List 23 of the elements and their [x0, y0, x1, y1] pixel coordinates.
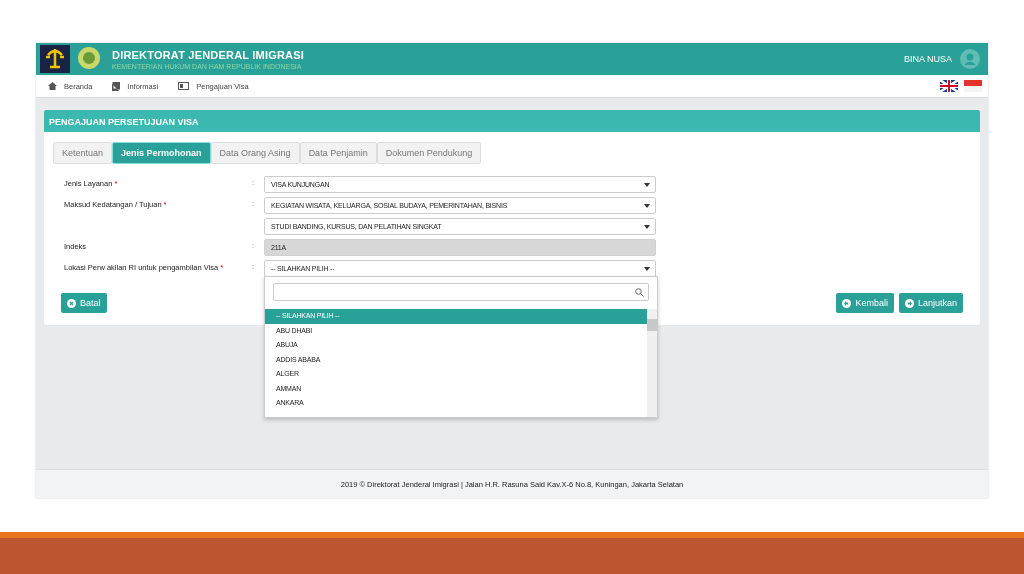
caret-icon	[644, 183, 650, 187]
caret-icon	[644, 204, 650, 208]
emblem-icon	[40, 45, 70, 73]
tab[interactable]: Ketentuan	[53, 142, 113, 164]
caret-icon	[644, 225, 650, 229]
header-title: DIREKTORAT JENDERAL IMIGRASI	[112, 48, 305, 61]
tab[interactable]: Dokumen Pendukung	[376, 142, 482, 164]
left-arrow-icon	[842, 298, 852, 308]
uk-flag-icon[interactable]	[940, 80, 958, 92]
tab[interactable]: Data Orang Asing	[210, 142, 300, 164]
close-icon	[67, 298, 76, 308]
home-icon	[48, 82, 57, 90]
user-avatar-icon[interactable]	[960, 49, 980, 69]
panel-title: PENGAJUAN PERSETUJUAN VISA	[44, 110, 980, 132]
right-arrow-icon	[904, 298, 914, 308]
tab[interactable]: Data Penjamin	[299, 142, 377, 164]
book-icon	[112, 81, 121, 91]
id-card-icon	[178, 82, 190, 90]
scrollbar[interactable]	[647, 309, 657, 417]
indonesia-flag-icon[interactable]	[964, 80, 982, 92]
search-icon	[635, 287, 644, 297]
search-field[interactable]	[273, 283, 649, 301]
caret-icon	[644, 267, 650, 271]
